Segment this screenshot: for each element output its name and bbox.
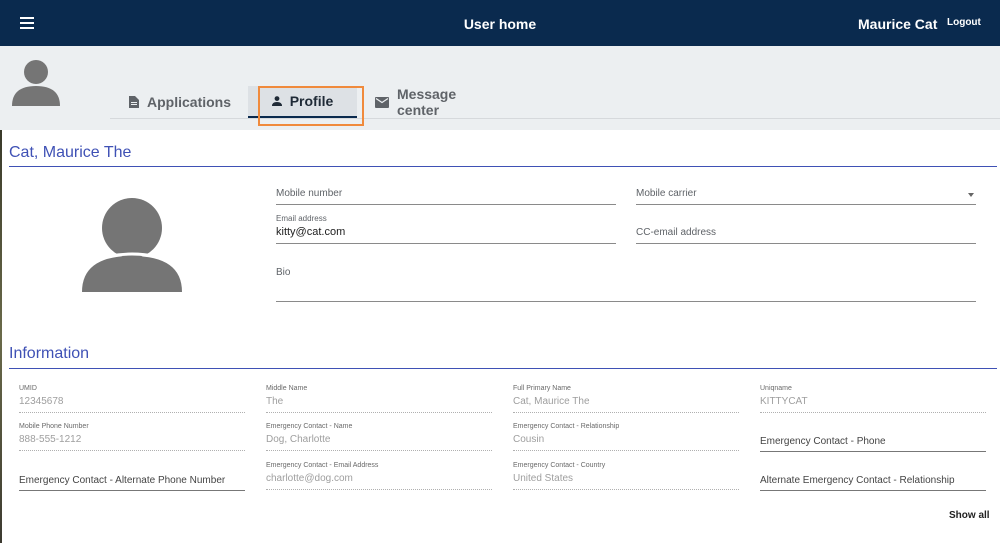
window-edge xyxy=(0,130,2,543)
email-label: Email address xyxy=(276,214,327,223)
section-divider xyxy=(9,368,997,369)
bio-field[interactable]: Bio xyxy=(276,267,976,302)
show-all-button[interactable]: Show all xyxy=(949,510,990,521)
tab-label: Message center xyxy=(397,86,457,118)
tab-label: Applications xyxy=(147,94,232,110)
mobile-number-field[interactable]: Mobile number xyxy=(276,188,616,205)
profile-avatar-icon xyxy=(82,198,182,292)
mobile-number-placeholder: Mobile number xyxy=(276,188,343,199)
cc-email-placeholder: CC-email address xyxy=(636,227,717,238)
tab-message-center[interactable]: Message center xyxy=(375,86,456,118)
info-mobile-phone: Mobile Phone Number 888-555-1212 xyxy=(19,423,245,451)
tab-divider xyxy=(110,118,1000,119)
info-emergency-contact-name: Emergency Contact - Name Dog, Charlotte xyxy=(266,423,492,451)
info-full-primary-name: Full Primary Name Cat, Maurice The xyxy=(513,385,739,413)
info-middle-name: Middle Name The xyxy=(266,385,492,413)
envelope-icon xyxy=(375,96,389,108)
information-heading: Information xyxy=(9,345,90,362)
dropdown-caret-icon xyxy=(968,193,974,197)
document-icon xyxy=(129,96,139,108)
page-title: User home xyxy=(463,16,537,32)
tab-applications[interactable]: Applications xyxy=(129,86,231,118)
cc-email-field[interactable]: CC-email address xyxy=(636,227,976,244)
info-uniqname: Uniqname KITTYCAT xyxy=(760,385,986,413)
top-app-bar: User home Maurice Cat Logout xyxy=(0,0,1000,46)
avatar-icon xyxy=(12,60,60,106)
info-emergency-contact-country: Emergency Contact - Country United State… xyxy=(513,462,739,490)
info-emergency-contact-alternate-phone[interactable]: Emergency Contact - Alternate Phone Numb… xyxy=(19,475,245,491)
bio-placeholder: Bio xyxy=(276,267,291,278)
info-alternate-emergency-contact-relationship[interactable]: Alternate Emergency Contact - Relationsh… xyxy=(760,475,986,491)
person-icon xyxy=(271,96,282,106)
username: Maurice Cat xyxy=(858,16,938,32)
info-emergency-contact-email: Emergency Contact - Email Address charlo… xyxy=(266,462,492,490)
mobile-carrier-placeholder: Mobile carrier xyxy=(636,188,697,199)
mobile-carrier-select[interactable]: Mobile carrier xyxy=(636,188,976,205)
info-umid: UMID 12345678 xyxy=(19,385,245,413)
section-divider xyxy=(9,166,997,167)
info-emergency-contact-phone[interactable]: Emergency Contact - Phone xyxy=(760,436,986,452)
email-field[interactable]: Email address kitty@cat.com xyxy=(276,214,616,244)
profile-name-heading: Cat, Maurice The xyxy=(9,144,132,161)
tab-profile[interactable]: Profile xyxy=(248,86,357,118)
logout-button[interactable]: Logout xyxy=(947,17,981,28)
tab-label: Profile xyxy=(289,93,334,109)
email-value: kitty@cat.com xyxy=(276,226,346,238)
info-emergency-contact-relationship: Emergency Contact - Relationship Cousin xyxy=(513,423,739,451)
